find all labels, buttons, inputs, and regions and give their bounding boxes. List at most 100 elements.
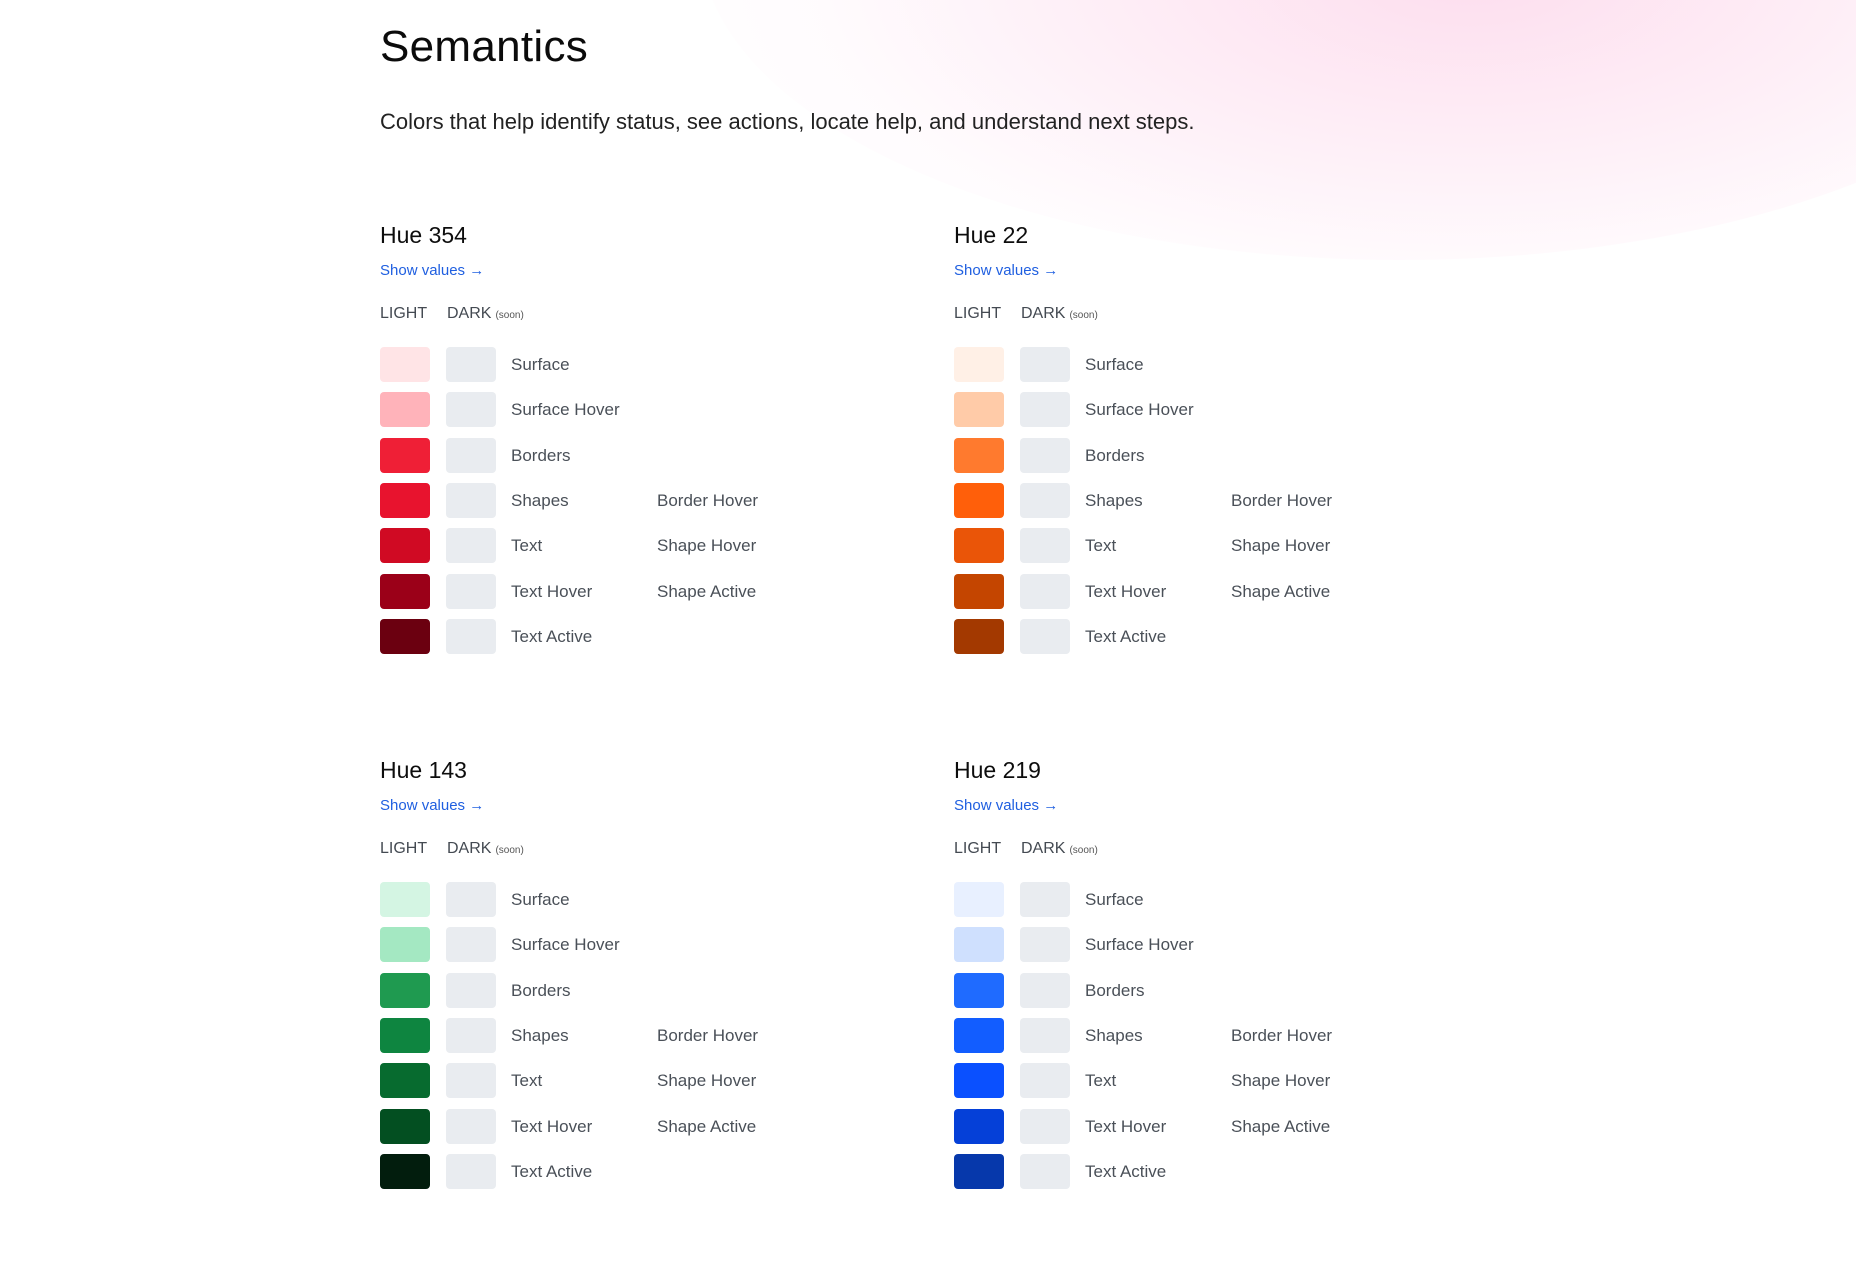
- swatch-row: Shapes Border Hover: [380, 482, 920, 518]
- light-swatch[interactable]: [954, 618, 1004, 654]
- light-swatch[interactable]: [954, 573, 1004, 609]
- light-swatch[interactable]: [380, 1017, 430, 1053]
- dark-swatch: [1020, 482, 1070, 518]
- token-label: Text: [1085, 536, 1117, 556]
- swatch-row: Text Hover Shape Active: [380, 573, 920, 609]
- dark-swatch: [446, 882, 496, 917]
- swatch-row: Surface: [954, 347, 1494, 382]
- swatch-row: Surface Hover: [954, 392, 1494, 428]
- mode-header: LIGHT DARK (soon): [380, 305, 524, 323]
- light-swatch[interactable]: [380, 1063, 430, 1099]
- dark-swatch: [1020, 347, 1070, 382]
- group-title: Hue 22: [954, 222, 1029, 248]
- token-secondary-label: Border Hover: [657, 490, 759, 510]
- show-values-link[interactable]: Show values →: [380, 797, 484, 814]
- token-secondary-label: Shape Active: [657, 1116, 757, 1136]
- light-swatch[interactable]: [380, 347, 430, 382]
- light-swatch[interactable]: [380, 528, 430, 564]
- swatch-row: Surface: [954, 882, 1494, 917]
- light-swatch[interactable]: [954, 1063, 1004, 1099]
- dark-swatch: [446, 528, 496, 564]
- dark-swatch: [446, 347, 496, 382]
- swatch-row: Borders: [954, 972, 1494, 1008]
- light-mode-label: LIGHT: [954, 840, 1002, 857]
- light-swatch[interactable]: [954, 927, 1004, 963]
- swatch-row: Shapes Border Hover: [380, 1017, 920, 1053]
- show-values-link[interactable]: Show values →: [380, 262, 484, 279]
- dark-mode-label: DARK: [1021, 305, 1066, 322]
- light-swatch[interactable]: [954, 437, 1004, 473]
- light-swatch[interactable]: [954, 392, 1004, 428]
- token-label: Text: [1085, 1071, 1117, 1091]
- light-swatch[interactable]: [954, 882, 1004, 917]
- light-swatch[interactable]: [380, 882, 430, 917]
- swatch-row: Borders: [380, 437, 920, 473]
- light-swatch[interactable]: [380, 1108, 430, 1144]
- dark-swatch: [446, 1108, 496, 1144]
- light-swatch[interactable]: [954, 972, 1004, 1008]
- swatch-row: Text Active: [954, 618, 1494, 654]
- mode-header: LIGHT DARK (soon): [954, 840, 1098, 858]
- light-swatch[interactable]: [380, 618, 430, 654]
- token-label: Borders: [511, 980, 571, 1000]
- swatch-row: Borders: [954, 437, 1494, 473]
- token-secondary-label: Shape Active: [1231, 1116, 1331, 1136]
- light-swatch[interactable]: [380, 437, 430, 473]
- dark-swatch: [446, 573, 496, 609]
- light-swatch[interactable]: [380, 972, 430, 1008]
- light-swatch[interactable]: [380, 1153, 430, 1189]
- light-swatch[interactable]: [380, 482, 430, 518]
- group-title: Hue 219: [954, 757, 1041, 783]
- token-label: Surface: [1085, 355, 1144, 374]
- light-swatch[interactable]: [954, 1108, 1004, 1144]
- light-swatch[interactable]: [380, 573, 430, 609]
- dark-swatch: [446, 392, 496, 428]
- light-swatch[interactable]: [380, 927, 430, 963]
- token-label: Surface: [511, 355, 570, 374]
- light-mode-label: LIGHT: [954, 305, 1002, 322]
- dark-swatch: [1020, 618, 1070, 654]
- dark-swatch: [1020, 882, 1070, 917]
- dark-mode-label: DARK: [1021, 840, 1066, 857]
- dark-swatch: [1020, 1153, 1070, 1189]
- dark-swatch: [446, 482, 496, 518]
- token-label: Borders: [1085, 445, 1145, 465]
- soon-badge: (soon): [495, 310, 524, 321]
- dark-swatch: [1020, 1017, 1070, 1053]
- swatch-row: Surface: [380, 882, 920, 917]
- dark-swatch: [446, 1017, 496, 1053]
- light-swatch[interactable]: [954, 347, 1004, 382]
- token-label: Borders: [1085, 980, 1145, 1000]
- token-label: Shapes: [511, 490, 569, 510]
- mode-header: LIGHT DARK (soon): [954, 305, 1098, 323]
- swatch-row: Text Shape Hover: [954, 528, 1494, 564]
- dark-swatch: [1020, 437, 1070, 473]
- hue-group: Hue 143 Show values → LIGHT DARK (soon) Su…: [380, 757, 920, 1217]
- hue-group: Hue 354 Show values → LIGHT DARK (soon) Su…: [380, 222, 920, 682]
- token-label: Text Hover: [511, 581, 593, 601]
- soon-badge: (soon): [1069, 845, 1098, 856]
- light-swatch[interactable]: [380, 392, 430, 428]
- token-label: Surface Hover: [1085, 400, 1194, 420]
- light-swatch[interactable]: [954, 528, 1004, 564]
- show-values-link[interactable]: Show values →: [954, 262, 1058, 279]
- token-secondary-label: Shape Hover: [1231, 1071, 1331, 1091]
- token-label: Text Hover: [511, 1116, 593, 1136]
- show-values-link[interactable]: Show values →: [954, 797, 1058, 814]
- token-label: Text Active: [511, 626, 593, 646]
- group-title: Hue 143: [380, 757, 467, 783]
- dark-swatch: [1020, 528, 1070, 564]
- light-swatch[interactable]: [954, 482, 1004, 518]
- light-swatch[interactable]: [954, 1153, 1004, 1189]
- soon-badge: (soon): [495, 845, 524, 856]
- token-label: Surface: [511, 890, 570, 909]
- swatch-row: Surface Hover: [380, 927, 920, 963]
- token-label: Surface: [1085, 890, 1144, 909]
- swatch-row: Shapes Border Hover: [954, 1017, 1494, 1053]
- token-label: Shapes: [511, 1025, 569, 1045]
- dark-swatch: [446, 927, 496, 963]
- swatch-row: Text Hover Shape Active: [954, 1108, 1494, 1144]
- token-secondary-label: Shape Active: [657, 581, 757, 601]
- light-swatch[interactable]: [954, 1017, 1004, 1053]
- dark-mode-label: DARK: [447, 840, 492, 857]
